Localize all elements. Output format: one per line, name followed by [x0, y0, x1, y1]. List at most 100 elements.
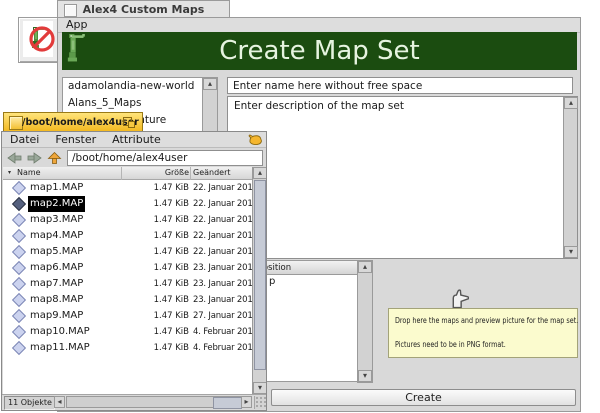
- drop-tooltip: Drop here the maps and preview picture f…: [388, 308, 578, 358]
- scroll-left-icon[interactable]: [54, 396, 65, 408]
- menu-item-app[interactable]: App: [66, 18, 88, 32]
- scrollbar-thumb[interactable]: [254, 180, 266, 370]
- banner: Create Map Set: [62, 32, 577, 70]
- status-bar: 11 Objekte: [2, 394, 266, 411]
- map-file-icon: [12, 213, 26, 227]
- object-count: 11 Objekte: [4, 396, 55, 410]
- file-name: map2.MAP: [28, 196, 85, 212]
- scroll-up-icon[interactable]: [358, 261, 372, 273]
- horizontal-scrollbar[interactable]: [66, 396, 241, 408]
- path-input[interactable]: [67, 150, 263, 166]
- file-modified: 22. Januar 2019: [193, 212, 253, 228]
- column-header-modified[interactable]: Geändert: [193, 167, 231, 179]
- table-row[interactable]: map9.MAP 1.47 KiB 27. Januar 2019: [3, 308, 253, 324]
- file-modified: 22. Januar 2019: [193, 180, 253, 196]
- zoom-button-icon[interactable]: [128, 121, 135, 128]
- file-name: map4.MAP: [28, 228, 85, 244]
- menu-item-datei[interactable]: Datei: [10, 132, 39, 147]
- column-separator: [190, 167, 191, 180]
- scroll-up-icon[interactable]: [203, 78, 217, 90]
- map-file-icon: [12, 293, 26, 307]
- menu-item-attribute[interactable]: Attribute: [112, 132, 161, 147]
- menu-item-fenster[interactable]: Fenster: [55, 132, 96, 147]
- window-tracker: Datei Fenster Attribute Name Größe Geänd…: [1, 131, 267, 411]
- column-header-name[interactable]: Name: [17, 167, 41, 179]
- file-modified: 22. Januar 2019: [193, 228, 253, 244]
- scroll-down-icon[interactable]: [253, 382, 267, 394]
- file-name: map11.MAP: [28, 340, 92, 356]
- table-row[interactable]: map8.MAP 1.47 KiB 23. Januar 2019: [3, 292, 253, 308]
- up-arrow-icon[interactable]: [47, 152, 62, 164]
- scrollbar-thumb[interactable]: [213, 397, 242, 409]
- table-row[interactable]: map1.MAP 1.47 KiB 22. Januar 2019: [3, 180, 253, 196]
- create-button[interactable]: Create: [271, 389, 576, 406]
- menu-bar: Datei Fenster Attribute: [2, 132, 266, 148]
- sort-indicator-icon: [8, 167, 11, 179]
- list-item[interactable]: adamolandia-new-world: [63, 78, 203, 95]
- file-name: map5.MAP: [28, 244, 85, 260]
- scroll-down-icon[interactable]: [564, 246, 578, 258]
- description-textarea[interactable]: Enter description of the map set: [227, 96, 578, 259]
- scroll-down-icon[interactable]: [358, 370, 372, 382]
- list-item[interactable]: Alans_5_Maps: [63, 95, 203, 112]
- column-header-size[interactable]: Größe: [121, 167, 189, 179]
- tracker-glove-icon: [248, 133, 263, 147]
- close-button[interactable]: [9, 116, 23, 130]
- scroll-right-icon[interactable]: [241, 396, 252, 408]
- tooltip-line-1: Drop here the maps and preview picture f…: [395, 316, 578, 325]
- map-file-icon: [12, 309, 26, 323]
- prohibition-icon: [28, 25, 55, 53]
- map-file-icon: [12, 229, 26, 243]
- table-row[interactable]: map2.MAP 1.47 KiB 22. Januar 2019: [3, 196, 253, 212]
- file-modified: 22. Januar 2019: [193, 196, 253, 212]
- desktop-app-icon[interactable]: [18, 17, 60, 63]
- position-list-scrollbar[interactable]: [357, 260, 373, 383]
- file-size: 1.47 KiB: [121, 276, 189, 292]
- table-row[interactable]: map10.MAP 1.47 KiB 4. Februar 2019: [3, 324, 253, 340]
- file-size: 1.47 KiB: [121, 212, 189, 228]
- map-file-icon: [12, 197, 26, 211]
- table-row[interactable]: map4.MAP 1.47 KiB 22. Januar 2019: [3, 228, 253, 244]
- page-title: Create Map Set: [62, 32, 577, 70]
- forward-arrow-icon[interactable]: [27, 152, 42, 164]
- file-modified: 4. Februar 2019: [193, 340, 253, 356]
- table-row[interactable]: map6.MAP 1.47 KiB 23. Januar 2019: [3, 260, 253, 276]
- table-row[interactable]: map3.MAP 1.47 KiB 22. Januar 2019: [3, 212, 253, 228]
- map-file-icon: [12, 325, 26, 339]
- file-modified: 22. Januar 2019: [193, 244, 253, 260]
- map-file-icon: [12, 341, 26, 355]
- file-size: 1.47 KiB: [121, 228, 189, 244]
- file-size: 1.47 KiB: [121, 244, 189, 260]
- back-arrow-icon[interactable]: [7, 152, 22, 164]
- window-title: /boot/home/alex4user: [22, 113, 122, 132]
- file-name: map9.MAP: [28, 308, 85, 324]
- file-size: 1.47 KiB: [121, 324, 189, 340]
- file-name: map1.MAP: [28, 180, 85, 196]
- description-scrollbar[interactable]: [563, 97, 577, 258]
- map-file-icon: [12, 277, 26, 291]
- table-row[interactable]: map11.MAP 1.47 KiB 4. Februar 2019: [3, 340, 253, 356]
- scroll-up-icon[interactable]: [253, 167, 267, 179]
- table-row[interactable]: map7.MAP 1.47 KiB 23. Januar 2019: [3, 276, 253, 292]
- file-modified: 23. Januar 2019: [193, 292, 253, 308]
- name-input[interactable]: [227, 77, 573, 94]
- vertical-scrollbar[interactable]: [252, 167, 267, 394]
- file-size: 1.47 KiB: [121, 180, 189, 196]
- file-size: 1.47 KiB: [121, 196, 189, 212]
- window-tab-tracker[interactable]: /boot/home/alex4user: [3, 112, 143, 132]
- file-modified: 23. Januar 2019: [193, 276, 253, 292]
- file-modified: 4. Februar 2019: [193, 324, 253, 340]
- column-separator: [121, 167, 122, 180]
- table-row[interactable]: map5.MAP 1.47 KiB 22. Januar 2019: [3, 244, 253, 260]
- file-size: 1.47 KiB: [121, 292, 189, 308]
- file-name: map7.MAP: [28, 276, 85, 292]
- description-text: Enter description of the map set: [234, 100, 404, 112]
- file-size: 1.47 KiB: [121, 308, 189, 324]
- map-file-icon: [12, 261, 26, 275]
- resize-grip[interactable]: [254, 396, 266, 409]
- map-file-icon: [12, 245, 26, 259]
- grab-hand-icon: [447, 288, 469, 310]
- scroll-up-icon[interactable]: [564, 97, 578, 109]
- file-modified: 23. Januar 2019: [193, 260, 253, 276]
- file-list-body: map1.MAP 1.47 KiB 22. Januar 2019 map2.M…: [3, 180, 253, 394]
